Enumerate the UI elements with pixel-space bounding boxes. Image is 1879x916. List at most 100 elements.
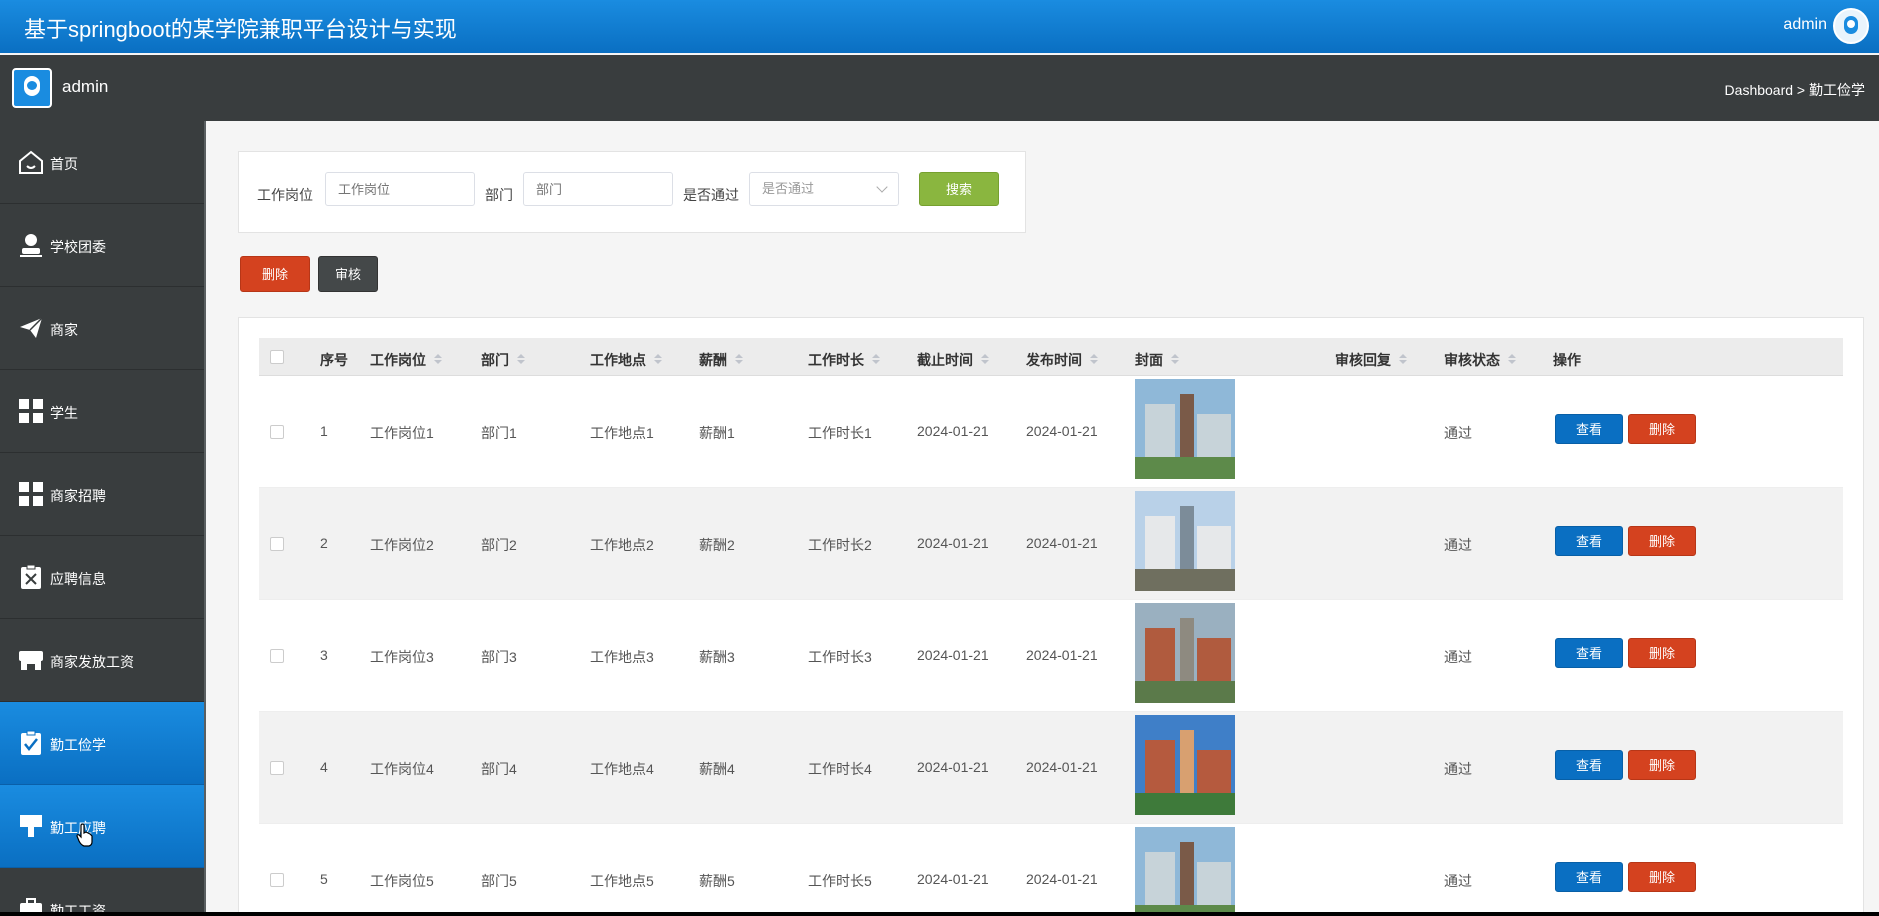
cell-job: 工作岗位2 [370,537,434,553]
table-panel: 序号 工作岗位 部门 工作地点 薪酬 工作时长 截止时间 发布时间 封面 审核回… [238,317,1864,912]
row-checkbox[interactable] [270,649,284,663]
cover-image[interactable] [1135,379,1235,479]
logo-icon [12,68,52,108]
data-table: 序号 工作岗位 部门 工作地点 薪酬 工作时长 截止时间 发布时间 封面 审核回… [259,338,1843,912]
cell-hours: 工作时长5 [808,873,872,889]
sidebar-item-work-study[interactable]: 勤工俭学 [0,702,204,785]
sidebar-item-label: 首页 [50,156,78,172]
cell-status: 通过 [1444,873,1472,889]
col-header-reply[interactable]: 审核回复 [1335,350,1407,370]
cover-image[interactable] [1135,715,1235,815]
cell-pay: 薪酬3 [699,649,735,665]
row-checkbox[interactable] [270,537,284,551]
sort-icon [1508,354,1516,366]
cell-hours: 工作时长4 [808,761,872,777]
top-header: 基于springboot的某学院兼职平台设计与实现 admin [0,0,1879,53]
sidebar-item-work-study-application[interactable]: 勤工应聘 [0,785,204,868]
sub-header: admin Dashboard > 勤工俭学 [0,55,1879,121]
cell-place: 工作地点4 [590,761,654,777]
audit-button[interactable]: 审核 [318,256,378,292]
col-header-place[interactable]: 工作地点 [590,350,662,370]
cell-deadline: 2024-01-21 [917,871,989,887]
col-header-pay[interactable]: 薪酬 [699,350,743,370]
view-button[interactable]: 查看 [1555,414,1623,444]
cell-published: 2024-01-21 [1026,535,1098,551]
cell-dept: 部门5 [481,873,517,889]
row-delete-button[interactable]: 删除 [1628,526,1696,556]
sidebar-item-school-committee[interactable]: 学校团委 [0,204,204,287]
row-checkbox[interactable] [270,425,284,439]
breadcrumb: Dashboard > 勤工俭学 [1724,82,1865,98]
cell-published: 2024-01-21 [1026,423,1098,439]
cell-deadline: 2024-01-21 [917,535,989,551]
briefcase-icon [20,898,42,912]
col-header-published[interactable]: 发布时间 [1026,350,1098,370]
cover-image[interactable] [1135,491,1235,591]
sidebar-item-application-info[interactable]: 应聘信息 [0,536,204,619]
cell-published: 2024-01-21 [1026,871,1098,887]
col-header-job[interactable]: 工作岗位 [370,350,442,370]
cell-dept: 部门2 [481,537,517,553]
sidebar-item-work-study-salary[interactable]: 勤工工资 [0,868,204,912]
cell-place: 工作地点3 [590,649,654,665]
table-row: 2 工作岗位2 部门2 工作地点2 薪酬2 工作时长2 2024-01-21 2024-01-… [259,488,1843,600]
sidebar-item-merchant[interactable]: 商家 [0,287,204,370]
home-icon [19,150,43,174]
cell-status: 通过 [1444,425,1472,441]
sidebar-item-label: 勤工工资 [50,903,106,912]
paper-plane-icon [20,317,43,338]
search-button[interactable]: 搜索 [919,172,999,206]
cell-job: 工作岗位1 [370,425,434,441]
sidebar-item-home[interactable]: 首页 [0,121,204,204]
table-row: 1 工作岗位1 部门1 工作地点1 薪酬1 工作时长1 2024-01-21 2024-01-… [259,376,1843,488]
row-checkbox[interactable] [270,761,284,775]
select-all-checkbox[interactable] [270,350,284,364]
col-header-hours[interactable]: 工作时长 [808,350,880,370]
brush-icon [20,815,42,837]
app-title: 基于springboot的某学院兼职平台设计与实现 [24,17,457,42]
clipboard-x-icon [21,564,41,589]
cell-no: 4 [320,759,328,775]
cover-image[interactable] [1135,827,1235,912]
cell-deadline: 2024-01-21 [917,647,989,663]
col-header-cover[interactable]: 封面 [1135,350,1179,370]
sidebar-item-merchant-salary[interactable]: 商家发放工资 [0,619,204,702]
table-header: 序号 工作岗位 部门 工作地点 薪酬 工作时长 截止时间 发布时间 封面 审核回… [259,338,1843,376]
col-header-status[interactable]: 审核状态 [1444,350,1516,370]
sort-icon [981,354,989,366]
view-button[interactable]: 查看 [1555,862,1623,892]
sidebar-item-label: 勤工俭学 [50,737,106,753]
cell-no: 2 [320,535,328,551]
row-delete-button[interactable]: 删除 [1628,414,1696,444]
sidebar-item-label: 应聘信息 [50,571,106,587]
col-header-dept[interactable]: 部门 [481,350,525,370]
cell-status: 通过 [1444,537,1472,553]
pass-select[interactable]: 是否通过 [749,172,899,206]
view-button[interactable]: 查看 [1555,638,1623,668]
clipboard-check-icon [21,730,41,755]
batch-delete-button[interactable]: 删除 [240,256,310,292]
sort-icon [434,354,442,366]
dept-search-input[interactable] [523,172,673,206]
view-button[interactable]: 查看 [1555,526,1623,556]
sort-icon [517,354,525,366]
sidebar-item-student[interactable]: 学生 [0,370,204,453]
cell-dept: 部门3 [481,649,517,665]
view-button[interactable]: 查看 [1555,750,1623,780]
table-row: 3 工作岗位3 部门3 工作地点3 薪酬3 工作时长3 2024-01-21 2024-01-… [259,600,1843,712]
row-delete-button[interactable]: 删除 [1628,750,1696,780]
cell-job: 工作岗位5 [370,873,434,889]
cell-place: 工作地点1 [590,425,654,441]
cell-place: 工作地点5 [590,873,654,889]
sidebar-item-merchant-recruit[interactable]: 商家招聘 [0,453,204,536]
cover-image[interactable] [1135,603,1235,703]
row-delete-button[interactable]: 删除 [1628,862,1696,892]
col-header-deadline[interactable]: 截止时间 [917,350,989,370]
main-content: 工作岗位 部门 是否通过 是否通过 搜索 删除 审核 序号 工作岗位 部门 工作… [206,121,1879,912]
job-search-input[interactable] [325,172,475,206]
header-username[interactable]: admin [1783,16,1827,34]
user-avatar-icon[interactable] [1833,8,1869,44]
sort-icon [1399,354,1407,366]
row-checkbox[interactable] [270,873,284,887]
row-delete-button[interactable]: 删除 [1628,638,1696,668]
